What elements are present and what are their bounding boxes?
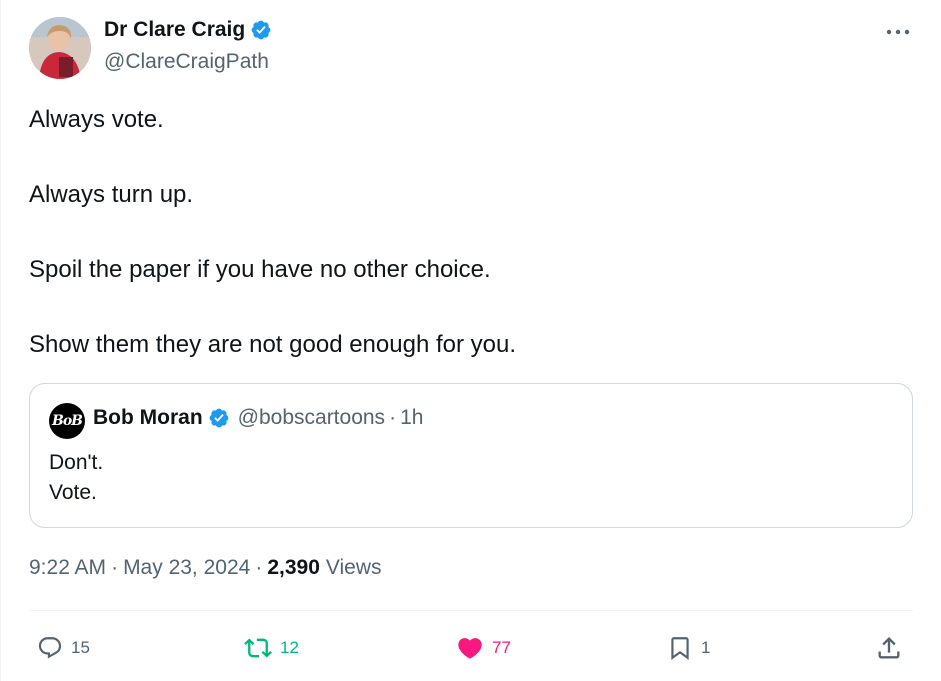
retweet-count: 12 (280, 638, 299, 657)
author-avatar[interactable] (29, 17, 91, 79)
quote-line: Don't. (49, 451, 104, 474)
bookmark-count: 1 (701, 638, 711, 657)
verified-badge-icon (209, 408, 229, 428)
bookmark-icon (671, 637, 689, 660)
quote-author-avatar[interactable]: BoB (49, 403, 85, 439)
more-options-button[interactable] (883, 20, 913, 44)
quote-line: Vote. (49, 481, 97, 504)
tweet-date[interactable]: May 23, 2024 (123, 556, 250, 580)
retweet-button[interactable]: 12 (244, 632, 299, 664)
meta-separator: · (255, 556, 263, 579)
quote-avatar-logo: BoB (51, 413, 83, 429)
author-name[interactable]: Dr Clare Craig (104, 18, 272, 42)
quote-timestamp[interactable]: 1h (400, 406, 423, 430)
tweet-meta: 9:22 AM · May 23, 2024 · 2,390 Views (29, 556, 382, 580)
retweet-icon (244, 638, 272, 658)
verified-badge-icon (251, 20, 271, 40)
reply-icon (38, 637, 62, 659)
quote-header: Bob Moran @bobscartoons · 1h (93, 406, 423, 430)
quote-author-name[interactable]: Bob Moran (93, 406, 203, 430)
tweet-paragraph: Always vote. (29, 106, 164, 133)
tweet-paragraph: Spoil the paper if you have no other cho… (29, 256, 491, 283)
divider (29, 610, 913, 611)
heart-icon (458, 638, 482, 659)
more-icon (886, 29, 910, 35)
bookmark-button[interactable]: 1 (667, 632, 710, 664)
tweet-time[interactable]: 9:22 AM (29, 556, 106, 580)
tweet-card: Dr Clare Craig @ClareCraigPath Always vo… (0, 0, 941, 681)
quote-author-handle[interactable]: @bobscartoons (238, 406, 385, 430)
tweet-paragraph: Show them they are not good enough for y… (29, 331, 516, 358)
quote-separator: · (389, 406, 397, 429)
views-count: 2,390 (267, 556, 320, 579)
quoted-tweet[interactable]: BoB Bob Moran @bobscartoons · 1h Don't. … (29, 383, 913, 528)
author-name-text: Dr Clare Craig (104, 18, 246, 41)
views-label: Views (325, 556, 382, 579)
reply-count: 15 (71, 638, 90, 657)
author-handle[interactable]: @ClareCraigPath (104, 50, 269, 74)
meta-separator: · (111, 556, 119, 579)
share-button[interactable] (875, 632, 903, 664)
avatar-image (29, 17, 91, 79)
reply-button[interactable]: 15 (37, 632, 90, 664)
like-button[interactable]: 77 (456, 632, 511, 664)
like-count: 77 (492, 638, 511, 657)
share-icon (878, 637, 900, 659)
tweet-paragraph: Always turn up. (29, 181, 194, 208)
